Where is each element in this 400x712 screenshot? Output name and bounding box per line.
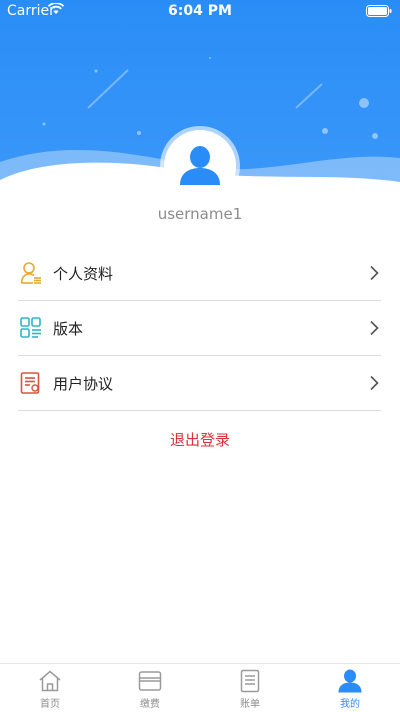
tab-mine[interactable]: 我的 xyxy=(300,664,400,712)
tab-payment[interactable]: 缴费 xyxy=(100,664,200,712)
home-icon xyxy=(39,670,61,692)
username: username1 xyxy=(157,205,243,223)
version-icon xyxy=(20,317,41,338)
menu-item-agreement[interactable]: 用户协议 xyxy=(18,356,381,411)
logout-button[interactable]: 退出登录 xyxy=(0,429,400,450)
menu-item-label: 个人资料 xyxy=(53,264,114,283)
bill-icon xyxy=(240,669,260,693)
tab-bills[interactable]: 账单 xyxy=(200,664,300,712)
agreement-icon xyxy=(20,372,40,394)
battery-icon xyxy=(366,5,392,17)
card-icon xyxy=(138,671,162,691)
tab-bar: 首页 缴费 账单 我的 xyxy=(0,663,400,712)
avatar-user-icon xyxy=(180,146,220,185)
tab-label: 缴费 xyxy=(140,699,160,710)
user-icon xyxy=(338,669,362,693)
tab-label: 首页 xyxy=(40,699,60,710)
menu-item-label: 用户协议 xyxy=(53,374,114,393)
tab-label: 我的 xyxy=(340,699,360,710)
status-time: 6:04 PM xyxy=(168,3,232,19)
profile-menu: 个人资料 版本 用户协议 xyxy=(18,246,381,411)
profile-icon xyxy=(20,262,41,284)
chevron-right-icon xyxy=(370,375,379,391)
tab-home[interactable]: 首页 xyxy=(0,664,100,712)
status-bar: Carrier 6:04 PM xyxy=(0,0,400,22)
menu-item-label: 版本 xyxy=(53,319,84,338)
tab-label: 账单 xyxy=(240,699,260,710)
chevron-right-icon xyxy=(370,320,379,336)
menu-item-profile[interactable]: 个人资料 xyxy=(18,246,381,301)
menu-item-version[interactable]: 版本 xyxy=(18,301,381,356)
chevron-right-icon xyxy=(370,265,379,281)
avatar[interactable] xyxy=(164,130,236,202)
